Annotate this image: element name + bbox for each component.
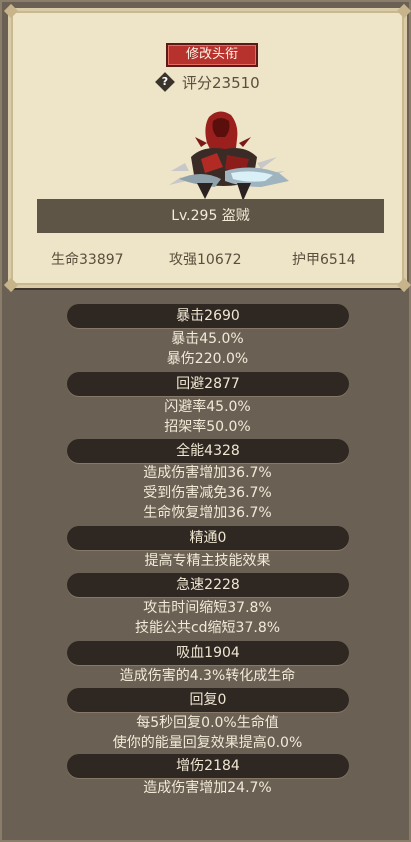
character-avatar [169,111,289,201]
help-icon[interactable]: ? [156,73,174,91]
attr-line: 提高专精主技能效果 [144,553,271,569]
attr-line: 暴击45.0% [171,331,244,347]
card-corner-ornament [3,277,19,293]
attr-line: 造成伤害的4.3%转化成生命 [119,668,296,684]
change-title-button[interactable]: 修改头衔 [166,43,258,67]
level-class-bar: Lv.295 盗贼 [37,199,384,233]
attr-line: 闪避率45.0% [164,399,251,415]
base-stats-row: 生命33897 攻强10672 护甲6514 [11,249,404,271]
attr-line: 每5秒回复0.0%生命值 [136,715,279,731]
attr-line: 暴伤220.0% [166,351,249,367]
score-row: ? 评分23510 [156,71,260,93]
character-card: 修改头衔 ? 评分23510 Lv.295 盗贼 生命33897 攻强10672… [3,3,411,293]
score-value: 评分23510 [182,73,260,92]
attack-stat: 攻强10672 [169,252,242,268]
attr-title-versatility: 全能4328 [67,439,349,463]
attr-line: 造成伤害增加36.7% [143,465,272,481]
attr-line: 造成伤害增加24.7% [143,780,272,796]
armor-stat: 护甲6514 [292,252,356,268]
card-corner-ornament [396,3,411,19]
card-corner-ornament [3,3,19,19]
attr-line: 受到伤害减免36.7% [143,485,272,501]
attr-line: 生命恢复增加36.7% [143,505,272,521]
attr-line: 招架率50.0% [164,419,251,435]
attr-title-regen: 回复0 [67,688,349,712]
character-stats-panel: 修改头衔 ? 评分23510 Lv.295 盗贼 生命33897 攻强10672… [0,0,411,842]
attr-title-crit: 暴击2690 [67,304,349,328]
hp-stat: 生命33897 [51,252,124,268]
attr-title-lifesteal: 吸血1904 [67,641,349,665]
card-corner-ornament [396,277,411,293]
attr-title-damage-bonus: 增伤2184 [67,754,349,778]
attr-line: 使你的能量回复效果提高0.0% [112,735,303,751]
attr-line: 技能公共cd缩短37.8% [134,620,281,636]
attr-line: 攻击时间缩短37.8% [143,600,272,616]
attr-title-mastery: 精通0 [67,526,349,550]
attr-title-avoid: 回避2877 [67,372,349,396]
attr-title-haste: 急速2228 [67,573,349,597]
